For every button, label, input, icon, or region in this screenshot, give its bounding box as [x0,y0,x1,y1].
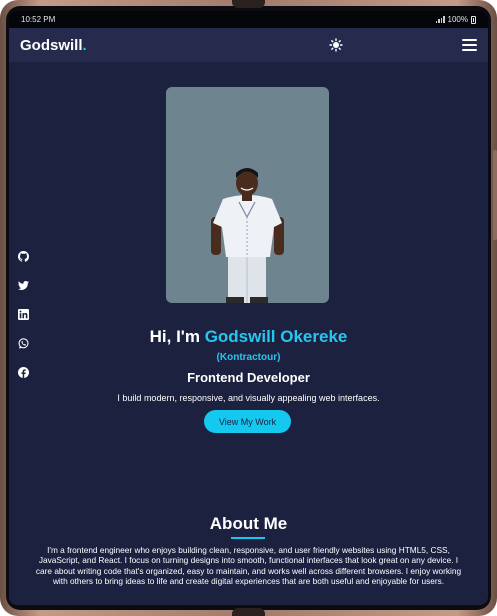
side-button-power [493,185,497,240]
about-body: I'm a frontend engineer who enjoys build… [35,545,462,586]
hero-tagline: I build modern, responsive, and visually… [117,393,380,403]
profile-photo [166,87,329,303]
github-icon[interactable] [18,251,29,262]
logo-dot: . [82,36,87,54]
hamburger-menu-icon[interactable] [462,39,477,51]
status-indicators: 100% [435,15,476,24]
hero-name: Godswill Okereke [204,327,348,346]
hinge-bottom [232,608,265,616]
linkedin-icon[interactable] [18,309,29,320]
hero-alias: (Kontractour) [216,352,281,363]
status-time: 10:52 PM [21,15,56,24]
navbar: Godswill. [9,28,488,62]
hero-greeting: Hi, I'm Godswill Okereke [9,327,488,347]
view-my-work-button[interactable]: View My Work [204,410,291,433]
greeting-prefix: Hi, I'm [149,327,205,346]
twitter-icon[interactable] [18,280,29,291]
about-title: About Me [209,514,288,533]
status-bar: 10:52 PM 100% [9,11,488,28]
hinge-top [232,0,265,8]
battery-icon [471,15,476,24]
about-title-underline [231,537,265,539]
logo[interactable]: Godswill. [20,37,87,54]
theme-toggle-icon[interactable] [329,38,343,52]
screen: 10:52 PM 100% Godswill. Hi, I'm Godswill… [9,11,488,605]
hero-role: Frontend Developer [187,370,310,385]
logo-text: Godswill [20,36,83,54]
signal-icon [435,16,445,23]
battery-percent: 100% [447,15,468,24]
device-frame: 10:52 PM 100% Godswill. Hi, I'm Godswill… [0,0,497,616]
